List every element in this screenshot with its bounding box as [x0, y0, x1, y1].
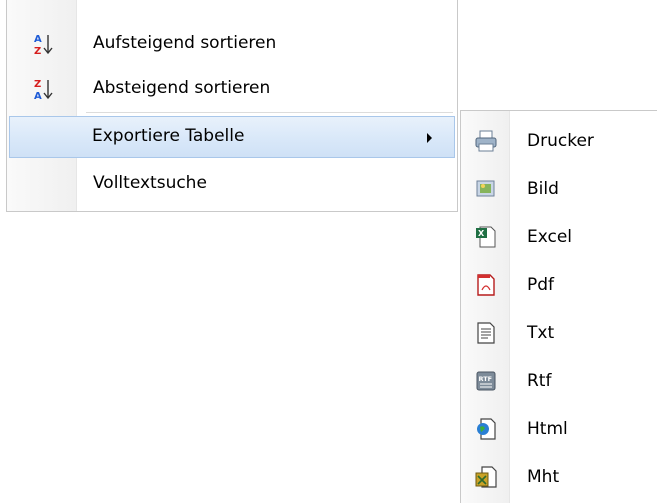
svg-text:Z: Z [34, 46, 41, 57]
menu-item-fulltext-search[interactable]: Volltextsuche [9, 163, 455, 205]
menu-separator [86, 112, 453, 113]
menu-item-sort-ascending[interactable]: A Z Aufsteigend sortieren [9, 23, 455, 65]
submenu-item-printer[interactable]: Drucker [462, 118, 657, 166]
submenu-item-label: Mht [527, 467, 560, 487]
submenu-item-mht[interactable]: Mht [462, 454, 657, 502]
sort-descending-icon: Z A [31, 77, 59, 103]
submenu-arrow-icon [427, 133, 432, 143]
menu-item-label: Absteigend sortieren [93, 78, 271, 98]
submenu-item-image[interactable]: Bild [462, 166, 657, 214]
menu-item-label: Volltextsuche [93, 173, 207, 193]
text-file-icon [474, 320, 498, 346]
submenu-item-pdf[interactable]: Pdf [462, 262, 657, 310]
submenu-item-label: Pdf [527, 275, 555, 295]
svg-text:Z: Z [34, 79, 41, 90]
excel-file-icon: X [474, 224, 498, 250]
submenu-item-label: Html [527, 419, 568, 439]
rtf-file-icon: RTF [474, 368, 498, 394]
pdf-file-icon [474, 272, 498, 298]
sort-ascending-icon: A Z [31, 32, 59, 58]
submenu-item-label: Rtf [527, 371, 552, 391]
svg-text:X: X [478, 229, 485, 238]
menu-item-label: Aufsteigend sortieren [93, 33, 277, 53]
submenu-item-txt[interactable]: Txt [462, 310, 657, 358]
html-file-icon [474, 416, 498, 442]
mht-file-icon [474, 464, 498, 490]
context-menu: A Z Aufsteigend sortieren Z A Absteigend… [6, 0, 458, 212]
submenu-item-html[interactable]: Html [462, 406, 657, 454]
svg-text:RTF: RTF [479, 375, 493, 383]
menu-item-sort-descending[interactable]: Z A Absteigend sortieren [9, 68, 455, 110]
submenu-item-label: Drucker [527, 131, 594, 151]
submenu-item-label: Txt [527, 323, 555, 343]
menu-item-label: Exportiere Tabelle [92, 126, 245, 146]
svg-text:A: A [34, 34, 42, 45]
menu-item-export-table[interactable]: Exportiere Tabelle [9, 116, 455, 158]
image-icon [474, 176, 498, 202]
submenu-item-rtf[interactable]: RTF Rtf [462, 358, 657, 406]
export-submenu: Drucker Bild X Excel Pdf Txt RTF Rtf Htm… [460, 110, 657, 503]
svg-text:A: A [34, 91, 42, 102]
submenu-item-label: Excel [527, 227, 573, 247]
submenu-item-label: Bild [527, 179, 559, 199]
submenu-item-excel[interactable]: X Excel [462, 214, 657, 262]
printer-icon [474, 128, 498, 154]
